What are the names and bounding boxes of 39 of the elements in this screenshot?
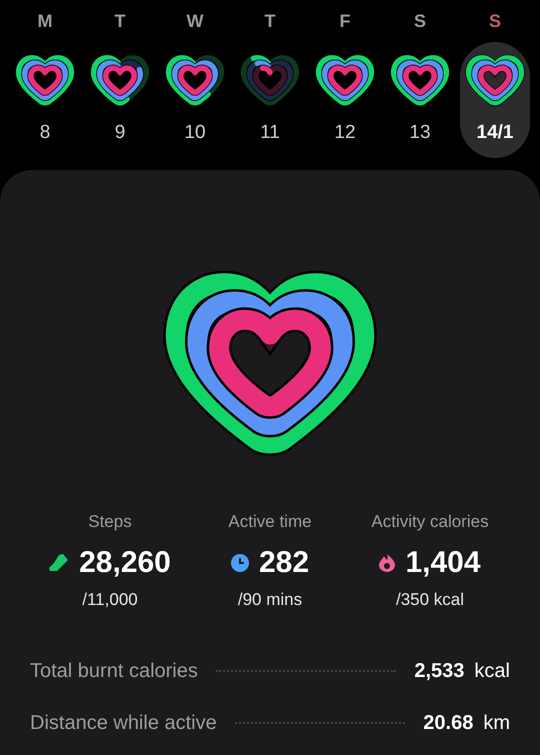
day-button[interactable]: 10 <box>160 42 230 158</box>
day-button[interactable]: 13 <box>385 42 455 158</box>
detail-value: 20.68 <box>423 711 474 736</box>
weekday-label: S <box>488 10 501 33</box>
flame-icon <box>379 553 396 572</box>
activity-heart-icon <box>239 52 301 107</box>
weekday-label: W <box>186 10 204 33</box>
weekday-label: F <box>340 10 350 33</box>
clock-icon <box>230 554 249 572</box>
stat-label: Active time <box>228 511 312 534</box>
shoe-icon <box>49 554 70 572</box>
activity-heart-icon <box>314 52 376 107</box>
stat-goal: /350 kcal <box>396 588 464 611</box>
stat-value: 1,404 <box>405 544 481 581</box>
day-button[interactable]: 8 <box>10 42 80 158</box>
day-button[interactable]: 12 <box>310 42 380 158</box>
stat-goal: /11,000 <box>82 588 138 611</box>
weekday-label: T <box>264 10 276 33</box>
stat-label: Steps <box>88 511 132 534</box>
detail-unit: km <box>483 711 510 736</box>
activity-heart-icon <box>164 52 226 107</box>
activity-heart-icon <box>464 52 526 107</box>
day-button[interactable]: 11 <box>235 42 305 158</box>
activity-heart-icon <box>89 52 151 107</box>
stat-value: 28,260 <box>79 544 171 581</box>
stat-goal: /90 mins <box>238 588 302 611</box>
weekday-label: M <box>38 10 52 33</box>
detail-label: Total burnt calories <box>30 659 198 684</box>
stat-label: Activity calories <box>371 511 489 534</box>
activity-heart-icon <box>14 52 76 107</box>
detail-value: 2,533 <box>414 659 464 684</box>
weekday-label: T <box>114 10 126 33</box>
stat-value: 282 <box>258 544 310 581</box>
day-button[interactable]: 14/1 <box>460 42 530 158</box>
activity-heart-icon <box>389 52 451 107</box>
detail-unit: kcal <box>474 659 510 684</box>
day-button[interactable]: 9 <box>85 42 155 158</box>
weekday-label: S <box>414 10 426 33</box>
detail-label: Distance while active <box>30 711 217 736</box>
